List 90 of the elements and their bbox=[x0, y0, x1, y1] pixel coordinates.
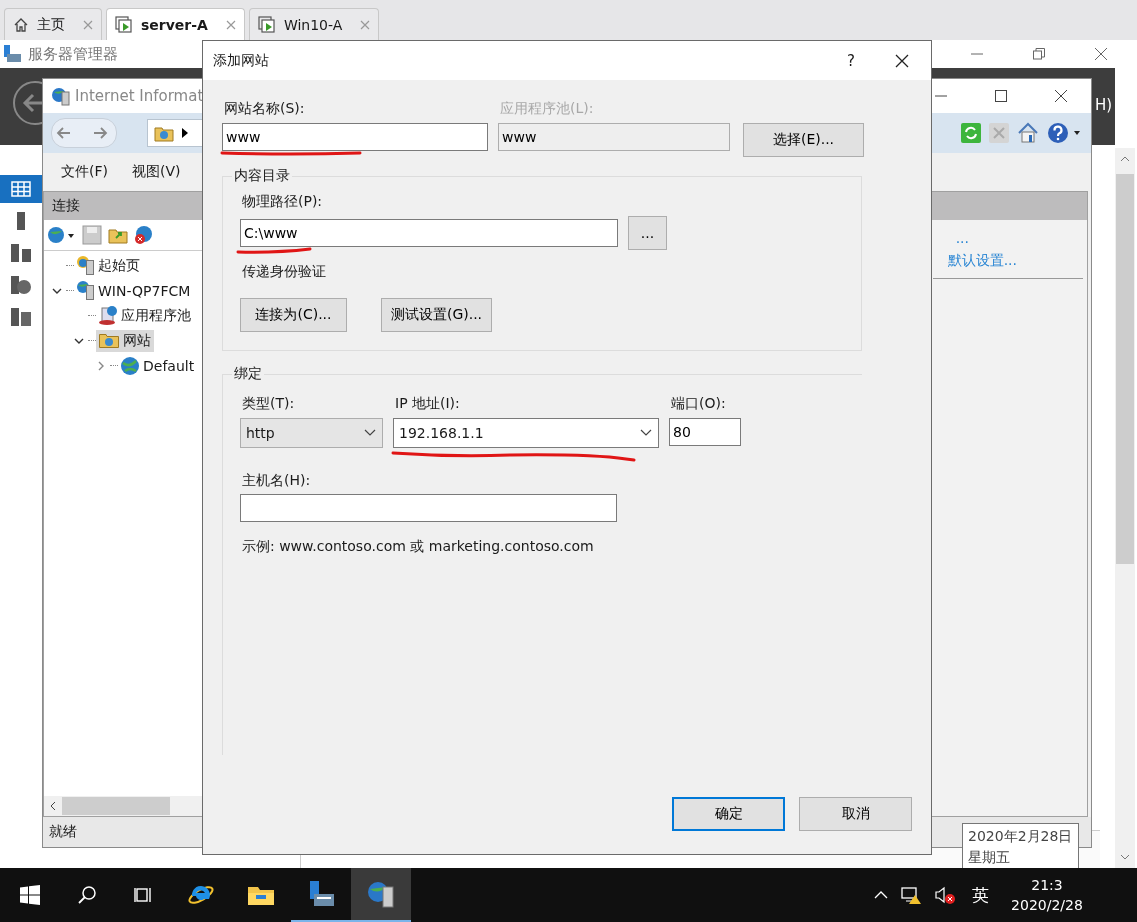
field-label: 网站名称(S): bbox=[223, 100, 306, 118]
vm-play-icon bbox=[115, 15, 133, 34]
dialog-button[interactable]: 取消 bbox=[799, 797, 912, 831]
field-label: IP 地址(I): bbox=[394, 395, 461, 413]
input-field[interactable] bbox=[240, 494, 617, 522]
group-title: 绑定 bbox=[233, 365, 263, 383]
window-title: 服务器管理器 bbox=[28, 44, 118, 64]
ip-address-dropdown[interactable]: 192.168.1.1 bbox=[393, 418, 659, 448]
globe-icon[interactable] bbox=[46, 225, 76, 245]
field-label: 应用程序池(L): bbox=[499, 100, 595, 118]
field-label: 物理路径(P): bbox=[241, 193, 323, 211]
tree-item[interactable]: 网站 bbox=[96, 329, 154, 352]
scrollbar[interactable] bbox=[44, 796, 204, 816]
breadcrumb-arrow-icon[interactable] bbox=[181, 128, 188, 138]
server-globe-icon bbox=[11, 276, 31, 294]
close-icon[interactable] bbox=[1055, 90, 1067, 102]
task-view-icon[interactable] bbox=[134, 885, 154, 905]
globe-icon bbox=[121, 356, 139, 375]
dialog-button[interactable]: 确定 bbox=[672, 797, 785, 831]
chevron-down-icon bbox=[640, 429, 652, 437]
scrollbar[interactable] bbox=[1115, 148, 1135, 868]
disconnect-icon[interactable] bbox=[134, 225, 154, 245]
vm-play-icon bbox=[257, 15, 276, 34]
window-title: Internet Informat bbox=[75, 87, 204, 105]
browse-button[interactable]: ... bbox=[628, 216, 667, 250]
site-folder-icon bbox=[99, 333, 119, 348]
expand-chevron-icon[interactable] bbox=[96, 360, 106, 371]
restore-icon[interactable] bbox=[1033, 48, 1045, 60]
tree-item[interactable]: WIN-QP7FCM bbox=[74, 279, 194, 302]
test-settings-button[interactable]: 测试设置(G)... bbox=[381, 298, 492, 332]
tree-item[interactable]: 应用程序池 bbox=[96, 304, 194, 327]
field-label: 传递身份验证 bbox=[241, 263, 326, 281]
server-files-icon bbox=[11, 308, 31, 326]
network-warning-icon[interactable] bbox=[900, 885, 922, 905]
menu-item[interactable]: 视图(V) bbox=[132, 163, 181, 181]
field-label: 主机名(H): bbox=[241, 472, 311, 490]
search-icon[interactable] bbox=[77, 885, 97, 905]
type-dropdown[interactable]: http bbox=[240, 418, 383, 448]
group-title: 内容目录 bbox=[233, 167, 291, 185]
volume-muted-icon[interactable] bbox=[934, 885, 956, 905]
home-icon bbox=[13, 16, 29, 33]
action-link[interactable]: 默认设置... bbox=[947, 252, 1017, 270]
example-text: 示例: www.contoso.com 或 marketing.contoso.com bbox=[241, 538, 594, 556]
tree-item[interactable]: Default bbox=[118, 354, 198, 377]
iis-icon bbox=[51, 86, 71, 106]
input-field[interactable]: 80 bbox=[669, 418, 741, 446]
status-text: 就绪 bbox=[49, 823, 77, 841]
close-icon[interactable] bbox=[895, 53, 909, 68]
clock[interactable]: 21:3 2020/2/28 bbox=[997, 875, 1137, 915]
browser-tab[interactable]: server-A bbox=[106, 8, 245, 40]
refresh-icon[interactable] bbox=[961, 123, 981, 143]
maximize-icon[interactable] bbox=[995, 90, 1007, 102]
connect-as-button[interactable]: 连接为(C)... bbox=[240, 298, 347, 332]
start-icon[interactable] bbox=[20, 885, 40, 905]
nav-item[interactable] bbox=[0, 175, 42, 203]
help-button[interactable]: ? bbox=[847, 51, 855, 70]
tooltip-text: 2020年2月28日 bbox=[968, 827, 1073, 846]
server-icon bbox=[17, 212, 25, 230]
chevron-up-icon[interactable] bbox=[874, 891, 888, 899]
scroll-up-icon[interactable] bbox=[1120, 156, 1130, 162]
panel-title: 连接 bbox=[52, 197, 80, 215]
menu-item[interactable]: 文件(F) bbox=[61, 163, 108, 181]
field-label: 端口(O): bbox=[670, 395, 727, 413]
tree-item[interactable]: 起始页 bbox=[74, 254, 143, 277]
browser-tab[interactable]: 主页 bbox=[4, 8, 102, 40]
iis-icon bbox=[366, 879, 396, 909]
input-method-indicator[interactable]: 英 bbox=[972, 883, 989, 907]
input-field[interactable]: C:\www bbox=[240, 219, 618, 247]
field-label: 类型(T): bbox=[241, 395, 296, 413]
browser-tab[interactable]: Win10-A bbox=[248, 8, 380, 40]
app-pool-icon bbox=[99, 306, 117, 325]
server-globe-icon bbox=[77, 281, 94, 300]
servers-icon bbox=[11, 244, 31, 262]
scroll-left-icon[interactable] bbox=[50, 801, 56, 811]
help-icon[interactable] bbox=[1047, 122, 1083, 144]
back-forward-buttons[interactable] bbox=[51, 118, 117, 148]
tooltip-text: 星期五 bbox=[968, 848, 1011, 867]
select-button[interactable]: 选择(E)... bbox=[743, 123, 864, 157]
input-field[interactable]: www bbox=[222, 123, 488, 151]
scroll-down-icon[interactable] bbox=[1120, 854, 1130, 860]
taskbar-app[interactable] bbox=[351, 868, 411, 922]
chevron-down-icon bbox=[364, 429, 376, 437]
site-folder-icon bbox=[153, 124, 174, 142]
start-page-icon bbox=[77, 256, 94, 275]
back-icon[interactable] bbox=[12, 80, 42, 126]
dashboard-icon bbox=[11, 181, 31, 197]
server-manager-icon bbox=[2, 44, 22, 64]
menu-fragment[interactable]: H) bbox=[1095, 96, 1113, 114]
home-icon[interactable] bbox=[1017, 122, 1039, 144]
dialog-title: 添加网站 bbox=[213, 51, 269, 70]
